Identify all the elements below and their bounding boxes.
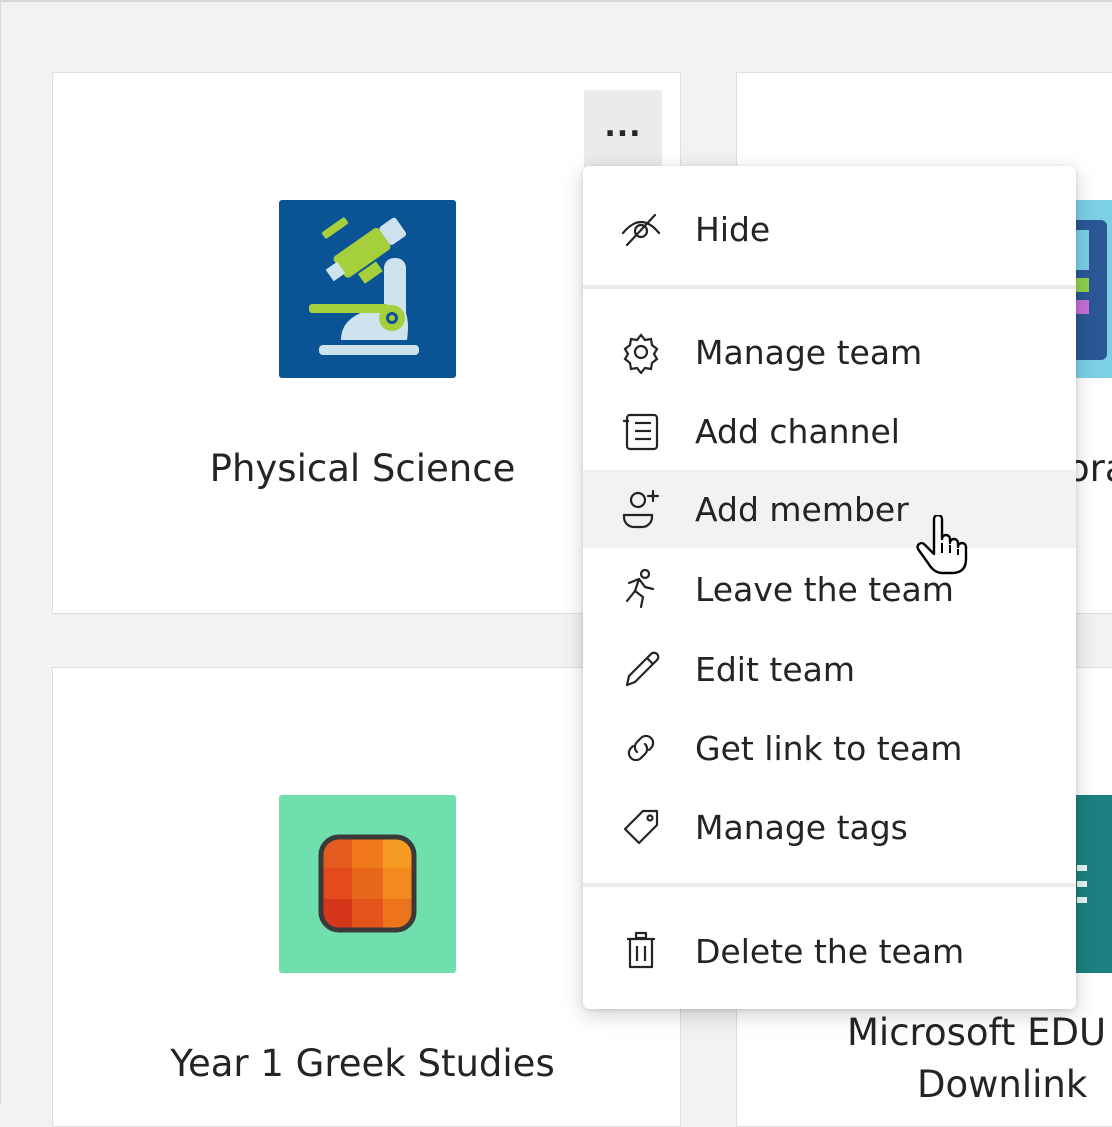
tiled-square-icon <box>279 795 456 973</box>
menu-item-label: Add channel <box>695 411 900 451</box>
menu-item-label: Edit team <box>695 649 856 689</box>
team-name-line2: Downlink <box>917 1063 1088 1106</box>
window-top-border <box>0 0 1112 6</box>
window-left-border <box>0 0 14 1104</box>
menu-item-label: Hide <box>695 209 771 249</box>
add-person-icon <box>619 487 663 531</box>
microscope-icon <box>279 200 456 378</box>
hide-eye-icon <box>619 207 663 251</box>
team-context-menu: Hide Manage team Add channel Add member … <box>583 166 1076 1009</box>
menu-item-leave-team[interactable]: Leave the team <box>583 550 1076 628</box>
team-name-line1: Microsoft EDU <box>847 1011 1107 1054</box>
link-icon <box>619 726 663 770</box>
menu-item-edit-team[interactable]: Edit team <box>583 630 1076 708</box>
menu-divider <box>583 285 1076 289</box>
more-options-button[interactable]: ... <box>584 90 662 168</box>
menu-item-hide[interactable]: Hide <box>583 190 1076 268</box>
hand-cursor-icon <box>912 513 972 577</box>
menu-divider <box>583 883 1076 887</box>
pencil-icon <box>619 647 663 691</box>
menu-item-get-link[interactable]: Get link to team <box>583 709 1076 787</box>
menu-item-label: Add member <box>695 489 909 529</box>
menu-item-label: Get link to team <box>695 728 963 768</box>
menu-item-label: Manage tags <box>695 807 908 847</box>
menu-item-add-channel[interactable]: Add channel <box>583 392 1076 470</box>
menu-item-manage-team[interactable]: Manage team <box>583 313 1076 391</box>
trash-icon <box>619 929 663 973</box>
tag-icon <box>619 805 663 849</box>
channel-list-icon <box>619 409 663 453</box>
menu-item-add-member[interactable]: Add member <box>583 470 1076 548</box>
gear-icon <box>619 330 663 374</box>
menu-item-delete-team[interactable]: Delete the team <box>583 912 1076 990</box>
menu-item-manage-tags[interactable]: Manage tags <box>583 788 1076 866</box>
menu-item-label: Manage team <box>695 332 923 372</box>
team-name: Year 1 Greek Studies <box>170 1042 555 1085</box>
running-person-icon <box>619 567 663 611</box>
more-options-label: ... <box>604 109 642 144</box>
menu-item-label: Delete the team <box>695 931 965 971</box>
